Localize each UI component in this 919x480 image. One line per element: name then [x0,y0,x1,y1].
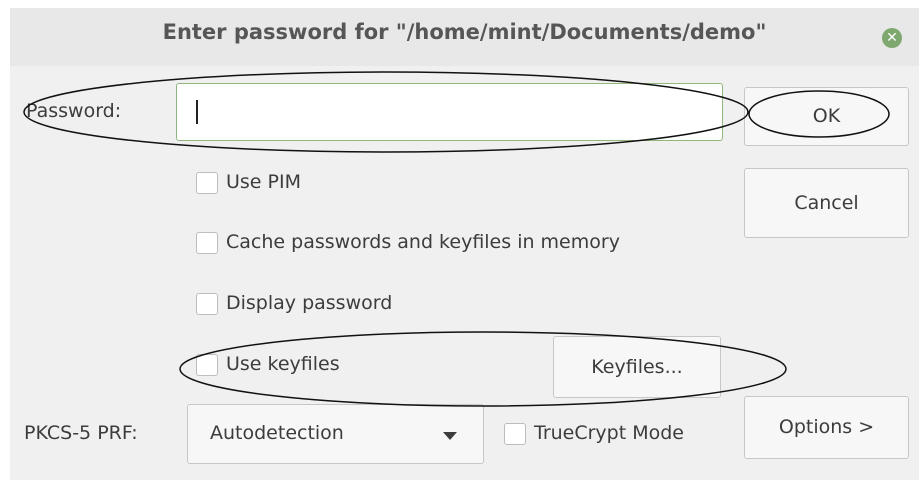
dropdown-arrow-icon [443,432,457,440]
prf-selected-value: Autodetection [210,422,344,444]
use-pim-label: Use PIM [226,171,301,193]
display-password-checkbox-box[interactable] [196,293,218,315]
password-dialog: Enter password for "/home/mint/Documents… [10,8,919,480]
keyfiles-button[interactable]: Keyfiles... [553,336,721,398]
truecrypt-mode-label: TrueCrypt Mode [534,422,684,444]
text-caret [196,100,198,124]
options-button[interactable]: Options > [744,396,909,459]
use-keyfiles-checkbox-box[interactable] [196,354,218,376]
prf-label: PKCS-5 PRF: [24,422,138,444]
cache-passwords-label: Cache passwords and keyfiles in memory [226,231,620,253]
cancel-button[interactable]: Cancel [744,168,909,238]
display-password-label: Display password [226,292,393,314]
truecrypt-mode-checkbox-box[interactable] [504,423,526,445]
cache-passwords-checkbox-box[interactable] [196,232,218,254]
close-icon[interactable]: ✕ [882,28,902,48]
use-keyfiles-label: Use keyfiles [226,353,340,375]
password-label: Password: [26,100,122,122]
use-pim-checkbox-box[interactable] [196,172,218,194]
password-input[interactable] [176,83,723,141]
prf-select[interactable]: Autodetection [187,404,484,464]
dialog-title: Enter password for "/home/mint/Documents… [162,20,767,44]
title-bar: Enter password for "/home/mint/Documents… [10,8,919,66]
ok-button[interactable]: OK [744,87,909,146]
